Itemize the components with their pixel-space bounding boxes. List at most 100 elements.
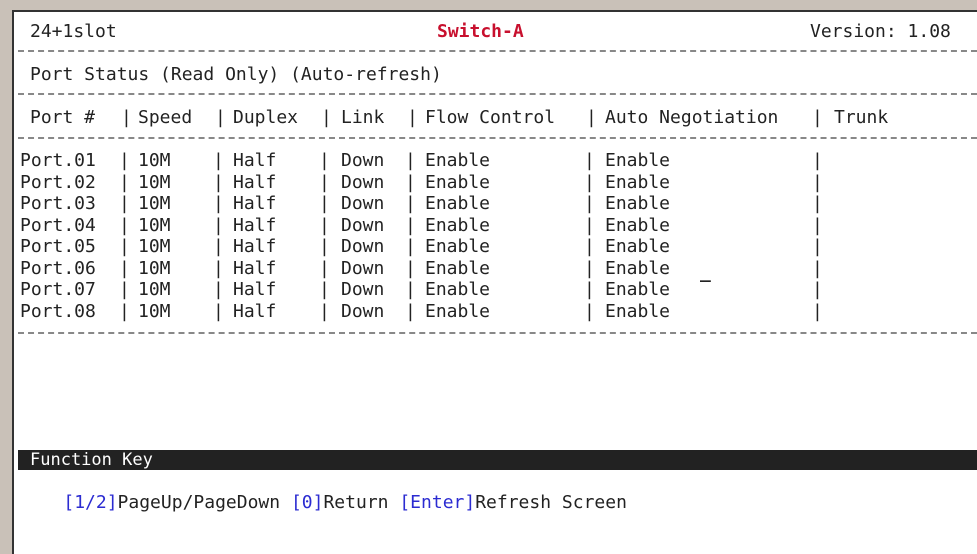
column-separator: | [119,150,130,171]
table-cell: 10M [138,300,171,322]
column-separator: | [407,107,418,128]
column-separator: | [321,107,332,128]
table-cell: Down [341,279,385,300]
column-separator: | [119,300,130,322]
window-frame-left [0,0,12,554]
column-separator: | [213,150,224,171]
table-cell: Port.05 [20,236,96,257]
column-separator: | [405,257,416,279]
table-cell: Enable [605,279,671,300]
key-pageup-pagedown-label: PageUp/PageDown [117,492,281,513]
table-cell: 10M [138,171,171,193]
slot-label: 24+1slot [30,21,117,42]
table-cell: Enable [605,236,671,257]
table-cell: Enable [425,171,491,193]
column-separator: | [213,171,224,193]
column-separator: | [584,150,595,171]
column-separator: | [213,214,224,236]
column-separator: | [405,193,416,214]
column-separator: | [584,236,595,257]
column-separator: | [405,236,416,257]
column-header: Port # [30,107,96,128]
table-cell: Half [233,279,277,300]
table-cell: Enable [425,257,491,279]
column-separator: | [584,193,595,214]
table-cell: 10M [138,236,171,257]
column-separator: | [584,279,595,300]
column-separator: | [213,193,224,214]
table-cell: Enable [425,214,491,236]
table-cell: Down [341,236,385,257]
key-return[interactable]: [0] [291,492,324,513]
column-separator: | [119,214,130,236]
table-cell: Port.02 [20,171,96,193]
divider [18,50,977,52]
table-cell: Port.01 [20,150,96,171]
table-cell: Half [233,193,277,214]
column-separator: | [319,257,330,279]
table-cell: Port.07 [20,279,96,300]
column-separator: | [319,150,330,171]
terminal-border-left [12,10,14,554]
table-cell: Down [341,214,385,236]
switch-name: Switch-A [437,21,524,42]
table-cell: Down [341,257,385,279]
table-cell: 10M [138,150,171,171]
table-cell: Enable [605,300,671,322]
column-separator: | [213,236,224,257]
table-cell: Port.04 [20,214,96,236]
column-header: Trunk [834,107,889,128]
column-separator: | [584,257,595,279]
table-cell: Enable [425,236,491,257]
table-cell: Half [233,300,277,322]
column-separator: | [812,193,823,214]
table-cell: Enable [605,257,671,279]
column-separator: | [812,257,823,279]
table-cell: Enable [605,214,671,236]
column-separator: | [812,107,823,128]
key-refresh-label: Refresh Screen [475,492,627,513]
page-title: Port Status (Read Only) (Auto-refresh) [30,64,442,85]
column-separator: | [812,150,823,171]
function-key-bar: Function Key [18,450,977,470]
column-separator: | [319,300,330,322]
column-separator: | [319,236,330,257]
table-cell: Half [233,257,277,279]
table-cell: Enable [425,150,491,171]
column-separator: | [319,171,330,193]
table-cell: Half [233,171,277,193]
column-separator: | [213,300,224,322]
column-separator: | [213,279,224,300]
divider [18,332,977,334]
divider [18,93,977,95]
column-header: Duplex [233,107,299,128]
text-cursor: _ [700,262,711,283]
table-cell: Enable [605,193,671,214]
column-separator: | [119,257,130,279]
column-header: Flow Control [425,107,556,128]
table-cell: Down [341,193,385,214]
column-separator: | [812,279,823,300]
table-cell: Down [341,171,385,193]
key-refresh[interactable]: [Enter] [399,492,475,513]
column-separator: | [213,257,224,279]
column-separator: | [812,171,823,193]
terminal-border-top [12,10,977,12]
table-cell: Port.08 [20,300,96,322]
key-pageup-pagedown[interactable]: [1/2] [63,492,117,513]
column-separator: | [584,300,595,322]
column-separator: | [215,107,226,128]
table-cell: 10M [138,279,171,300]
column-separator: | [812,236,823,257]
window-frame-top [0,0,977,10]
column-header: Link [341,107,385,128]
table-cell: Half [233,214,277,236]
table-cell: Enable [425,193,491,214]
column-separator: | [121,107,132,128]
table-cell: 10M [138,193,171,214]
column-separator: | [405,300,416,322]
column-header: Auto Negotiation [605,107,779,128]
column-separator: | [405,150,416,171]
table-cell: Enable [425,300,491,322]
table-cell: Half [233,150,277,171]
